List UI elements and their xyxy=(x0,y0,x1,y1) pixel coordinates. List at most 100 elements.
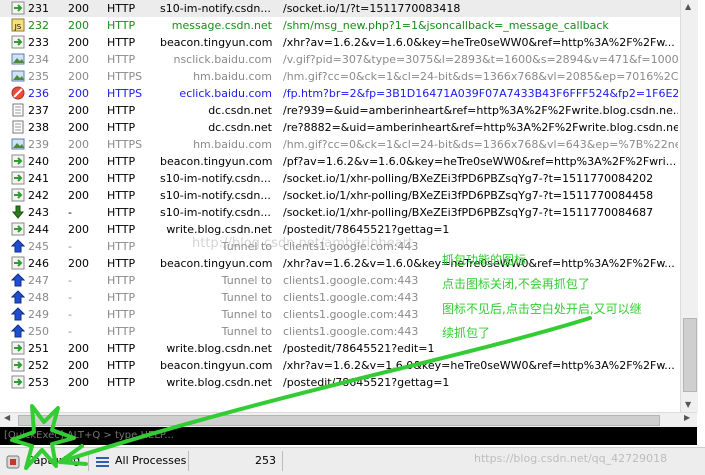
session-url: /hm.gif?cc=0&ck=1&cl=24-bit&ds=1366x768&… xyxy=(283,70,678,83)
process-filter[interactable]: All Processes xyxy=(115,454,186,467)
session-row[interactable]: 251 200 HTTP write.blog.csdn.net/postedit/7… xyxy=(0,340,680,357)
session-host: s10-im-notify.csdn.... xyxy=(160,172,272,185)
session-url: /xhr?av=1.6.2&v=1.6.0&key=heTre0seWW0&re… xyxy=(283,36,675,49)
session-protocol: HTTP xyxy=(107,342,136,355)
session-row[interactable]: 241 200 HTTP s10-im-notify.csdn.... /socket.… xyxy=(0,170,680,187)
download-icon xyxy=(11,205,25,219)
session-row[interactable]: 231 200 HTTP s10-im-notify.csdn.... /socket.… xyxy=(0,0,680,17)
session-row[interactable]: 242 200 HTTP s10-im-notify.csdn.... /socket.… xyxy=(0,187,680,204)
session-result: - xyxy=(68,325,72,338)
annotation-text: 续抓包了 xyxy=(442,326,491,340)
session-host: write.blog.csdn.net xyxy=(166,342,272,355)
session-number: 252 xyxy=(28,359,49,372)
session-result: - xyxy=(68,291,72,304)
scroll-down-icon[interactable]: ▼ xyxy=(685,400,691,409)
session-count: 253 xyxy=(255,454,276,467)
session-number: 239 xyxy=(28,138,49,151)
session-host: hm.baidu.com xyxy=(193,70,272,83)
session-protocol: HTTP xyxy=(107,274,136,287)
session-host: beacon.tingyun.com xyxy=(160,257,272,270)
session-number: 246 xyxy=(28,257,49,270)
session-result: 200 xyxy=(68,342,89,355)
session-result: 200 xyxy=(68,104,89,117)
session-row[interactable]: 243 - HTTP s10-im-notify.csdn.... /socket.io… xyxy=(0,204,680,221)
session-host: Tunnel to xyxy=(221,274,272,287)
session-row[interactable]: 234 200 HTTP nsclick.baidu.com/v.gif?pid=30… xyxy=(0,51,680,68)
session-result: - xyxy=(68,274,72,287)
session-number: 251 xyxy=(28,342,49,355)
session-protocol: HTTP xyxy=(107,223,136,236)
session-url: /socket.io/1/?t=1511770083418 xyxy=(283,2,461,15)
session-number: 236 xyxy=(28,87,49,100)
session-result: 200 xyxy=(68,376,89,389)
session-protocol: HTTP xyxy=(107,189,136,202)
upload-icon xyxy=(11,273,25,287)
session-protocol: HTTP xyxy=(107,257,136,270)
session-result: 200 xyxy=(68,19,89,32)
capture-icon[interactable] xyxy=(6,455,20,469)
scroll-up-icon[interactable]: ▲ xyxy=(685,2,691,11)
quickexec-input[interactable] xyxy=(4,429,404,442)
session-number: 231 xyxy=(28,2,49,15)
arrow-icon xyxy=(11,358,25,372)
session-host: dc.csdn.net xyxy=(208,104,272,117)
session-protocol: HTTP xyxy=(107,2,136,15)
annotation-text: 点击图标关闭,不会再抓包了 xyxy=(442,277,590,291)
scroll-left-icon[interactable]: ◀ xyxy=(4,413,10,422)
process-filter-icon[interactable] xyxy=(96,456,110,468)
session-number: 241 xyxy=(28,172,49,185)
session-protocol: HTTP xyxy=(107,104,136,117)
session-row[interactable]: 233 200 HTTP beacon.tingyun.com/xhr?av=1.6.… xyxy=(0,34,680,51)
session-host: beacon.tingyun.com xyxy=(160,36,272,49)
session-list[interactable]: 231 200 HTTP s10-im-notify.csdn.... /socket.… xyxy=(0,0,680,412)
session-row[interactable]: 235 200 HTTPS hm.baidu.com/hm.gif?cc=0&ck=1… xyxy=(0,68,680,85)
session-number: 245 xyxy=(28,240,49,253)
session-host: nsclick.baidu.com xyxy=(173,53,272,66)
vertical-scrollbar[interactable]: ▲ ▼ xyxy=(680,0,698,412)
session-row[interactable]: 236 200 HTTPS eclick.baidu.com/fp.htm?br=2&… xyxy=(0,85,680,102)
session-row[interactable]: 250- HTTP Tunnel to clients1.google.com:443 xyxy=(0,323,680,340)
session-host: beacon.tingyun.com xyxy=(160,155,272,168)
session-protocol: HTTPS xyxy=(107,87,143,100)
arrow-icon xyxy=(11,171,25,185)
session-url: /postedit/78645521?edit=1 xyxy=(283,342,435,355)
session-row[interactable]: 240 200 HTTP beacon.tingyun.com/pf?av=1.6.2… xyxy=(0,153,680,170)
horizontal-scrollbar[interactable]: ◀ ▶ xyxy=(0,412,697,427)
session-host: write.blog.csdn.net xyxy=(166,376,272,389)
session-result: - xyxy=(68,240,72,253)
session-host: dc.csdn.net xyxy=(208,121,272,134)
session-number: 247 xyxy=(28,274,49,287)
arrow-icon xyxy=(11,256,25,270)
session-row[interactable]: 252 200 HTTP beacon.tingyun.com/xhr?av=1.6.… xyxy=(0,357,680,374)
session-result: - xyxy=(68,206,72,219)
status-separator xyxy=(282,451,283,471)
session-number: 235 xyxy=(28,70,49,83)
session-row[interactable]: 239 200 HTTPS hm.baidu.com/hm.gif?cc=0&ck=1… xyxy=(0,136,680,153)
session-result: 200 xyxy=(68,36,89,49)
capturing-status[interactable]: Capturing xyxy=(26,454,80,467)
upload-icon xyxy=(11,307,25,321)
document-icon xyxy=(12,103,24,117)
session-number: 250 xyxy=(28,325,49,338)
session-row[interactable]: 253 200 HTTP write.blog.csdn.net/postedit/7… xyxy=(0,374,680,391)
session-number: 242 xyxy=(28,189,49,202)
session-result: 200 xyxy=(68,53,89,66)
session-row[interactable]: JS 232 200 HTTP message.csdn.net/shm/msg_new… xyxy=(0,17,680,34)
session-url: /re?8882=&uid=amberinheart&ref=http%3A%2… xyxy=(283,121,678,134)
session-row[interactable]: 246 200 HTTP beacon.tingyun.com/xhr?av=1.6.… xyxy=(0,255,680,272)
status-separator xyxy=(188,451,189,471)
session-number: 233 xyxy=(28,36,49,49)
session-result: 200 xyxy=(68,121,89,134)
vertical-scroll-thumb[interactable] xyxy=(683,318,697,392)
annotation-text: 抓包功能的图标, xyxy=(442,253,530,267)
arrow-icon xyxy=(11,188,25,202)
arrow-icon xyxy=(11,375,25,389)
session-row[interactable]: 237 200 HTTP dc.csdn.net/re?939=&uid=amberi… xyxy=(0,102,680,119)
session-row[interactable]: 238 200 HTTP dc.csdn.net/re?8882=&uid=amber… xyxy=(0,119,680,136)
session-number: 248 xyxy=(28,291,49,304)
session-url: /hm.gif?cc=0&ck=1&cl=24-bit&ds=1366x768&… xyxy=(283,138,678,151)
horizontal-scroll-thumb[interactable] xyxy=(18,415,660,426)
upload-icon xyxy=(11,239,25,253)
session-result: - xyxy=(68,308,72,321)
scroll-right-icon[interactable]: ▶ xyxy=(684,413,690,422)
